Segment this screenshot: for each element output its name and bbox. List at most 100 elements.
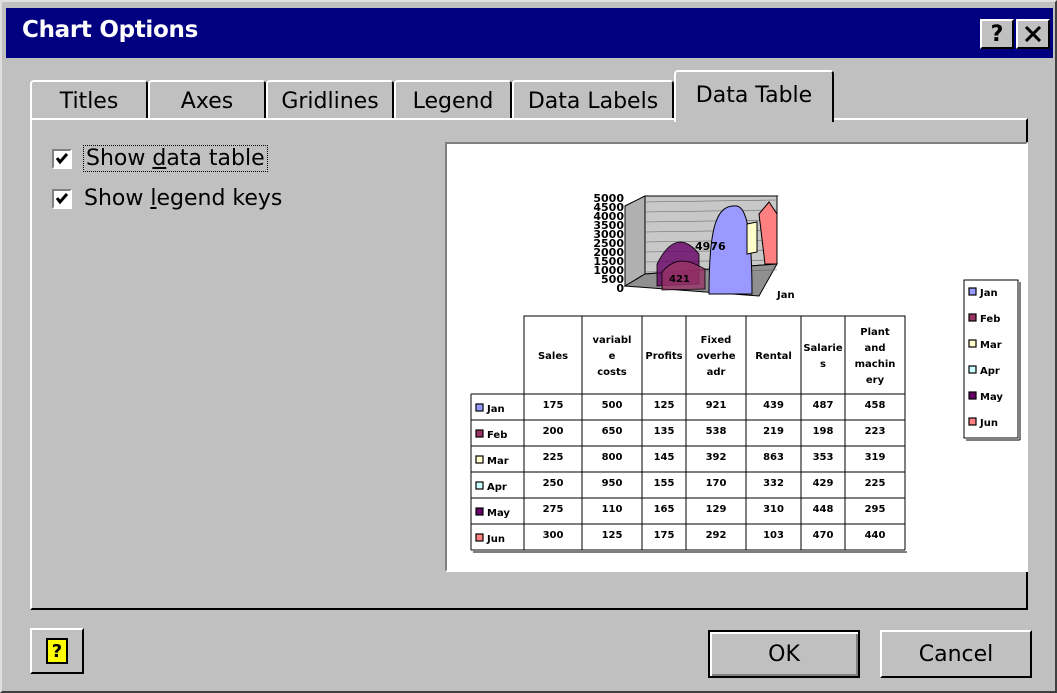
table-column-header: Fixed xyxy=(701,335,732,346)
table-cell: 353 xyxy=(813,452,834,463)
legend-label: May xyxy=(980,392,1003,403)
context-help-button[interactable]: ? xyxy=(980,19,1014,49)
legend-swatch xyxy=(968,365,977,374)
table-column-header: Plant xyxy=(860,327,890,338)
show-data-table-option[interactable]: Show data table xyxy=(52,145,268,172)
table-column-header: s xyxy=(820,359,826,370)
ok-label: OK xyxy=(768,641,800,667)
table-cell: 487 xyxy=(813,400,834,411)
data-label: 4976 xyxy=(695,240,726,253)
office-assistant-button[interactable]: ? xyxy=(30,628,84,674)
data-label: 421 xyxy=(669,274,690,285)
table-cell: 198 xyxy=(813,426,834,437)
table-row-label: Jun xyxy=(486,534,505,545)
table-cell: 125 xyxy=(654,400,675,411)
table-row-label: Feb xyxy=(487,430,507,441)
table-cell: 500 xyxy=(602,400,623,411)
legend-label: Jan xyxy=(979,288,998,299)
tab-legend[interactable]: Legend xyxy=(394,80,512,120)
table-cell: 650 xyxy=(602,426,623,437)
chart-preview-canvas: 5000450040003500300025002000150010005000… xyxy=(470,192,1021,553)
checkmark-icon xyxy=(55,192,69,204)
dialog-title: Chart Options xyxy=(22,17,198,43)
table-cell: 165 xyxy=(654,504,675,515)
tab-label: Legend xyxy=(412,88,494,114)
table-column-header: ery xyxy=(866,375,885,386)
table-cell: 439 xyxy=(763,400,784,411)
table-cell: 125 xyxy=(602,530,623,541)
tab-axes[interactable]: Axes xyxy=(148,80,266,120)
tab-label: Data Labels xyxy=(527,88,659,114)
data-table-panel: Show data table Show legend keys 5000 450… xyxy=(30,118,1028,610)
legend-label: Apr xyxy=(980,366,1000,377)
tab-titles[interactable]: Titles xyxy=(30,80,148,120)
table-row-label: Apr xyxy=(487,482,507,493)
table-cell: 135 xyxy=(654,426,675,437)
checkmark-icon xyxy=(55,152,69,164)
table-cell: 440 xyxy=(865,530,886,541)
ok-button[interactable]: OK xyxy=(708,630,860,678)
table-cell: 225 xyxy=(865,478,886,489)
table-column-header: variabl xyxy=(593,335,632,346)
tab-label: Data Table xyxy=(695,82,813,108)
table-cell: 921 xyxy=(706,400,727,411)
legend-key-icon xyxy=(475,481,484,490)
close-icon xyxy=(1024,26,1042,42)
table-cell: 392 xyxy=(706,452,727,463)
title-bar[interactable]: Chart Options ? xyxy=(6,8,1053,58)
tab-data-table[interactable]: Data Table xyxy=(674,70,834,122)
table-cell: 223 xyxy=(865,426,886,437)
table-column-header: costs xyxy=(597,367,627,378)
legend-swatch xyxy=(968,313,977,322)
tab-label: Titles xyxy=(59,88,119,114)
table-column-header: Rental xyxy=(755,351,792,362)
legend-swatch xyxy=(968,417,977,426)
cancel-button[interactable]: Cancel xyxy=(880,630,1032,678)
table-cell: 200 xyxy=(543,426,564,437)
cancel-label: Cancel xyxy=(918,641,994,667)
y-tick-label: 0 xyxy=(616,282,624,295)
table-cell: 170 xyxy=(706,478,727,489)
table-cell: 300 xyxy=(543,530,564,541)
table-column-header: Sales xyxy=(538,351,568,362)
table-cell: 250 xyxy=(543,478,564,489)
legend-key-icon xyxy=(475,429,484,438)
show-legend-keys-checkbox[interactable] xyxy=(52,188,72,209)
legend-key-icon xyxy=(475,403,484,412)
x-axis-label: Jan xyxy=(776,290,795,301)
table-cell: 800 xyxy=(602,452,623,463)
table-cell: 470 xyxy=(813,530,834,541)
show-legend-keys-label: Show legend keys xyxy=(84,186,283,211)
table-cell: 310 xyxy=(763,504,784,515)
table-cell: 145 xyxy=(654,452,675,463)
table-cell: 292 xyxy=(706,530,727,541)
legend-swatch xyxy=(968,391,977,400)
legend-swatch xyxy=(968,339,977,348)
show-legend-keys-option[interactable]: Show legend keys xyxy=(52,186,282,211)
show-data-table-checkbox[interactable] xyxy=(52,148,72,169)
close-button[interactable] xyxy=(1016,19,1050,49)
table-cell: 175 xyxy=(543,400,564,411)
table-cell: 295 xyxy=(865,504,886,515)
table-cell: 319 xyxy=(865,452,886,463)
chart-preview: 5000 4500 4000 3500 3000 2500 2000 1500 1000 500 0… xyxy=(445,142,1028,572)
table-cell: 332 xyxy=(763,478,784,489)
table-column-header: Salarie xyxy=(803,343,842,354)
table-column-header: and xyxy=(864,343,885,354)
legend-label: Feb xyxy=(980,314,1000,325)
table-row-label: Mar xyxy=(487,456,509,467)
legend-key-icon xyxy=(475,507,484,516)
table-column-header: adr xyxy=(707,367,726,378)
table-cell: 225 xyxy=(543,452,564,463)
table-cell: 458 xyxy=(865,400,886,411)
tab-data-labels[interactable]: Data Labels xyxy=(512,80,674,120)
tab-gridlines[interactable]: Gridlines xyxy=(266,80,394,120)
show-data-table-label: Show data table xyxy=(83,145,268,172)
table-column-header: overhe xyxy=(696,351,735,362)
table-cell: 110 xyxy=(602,504,623,515)
legend-swatch xyxy=(968,287,977,296)
table-cell: 103 xyxy=(763,530,784,541)
legend-key-icon xyxy=(475,455,484,464)
table-cell: 219 xyxy=(763,426,784,437)
chart-side-wall xyxy=(624,195,646,287)
